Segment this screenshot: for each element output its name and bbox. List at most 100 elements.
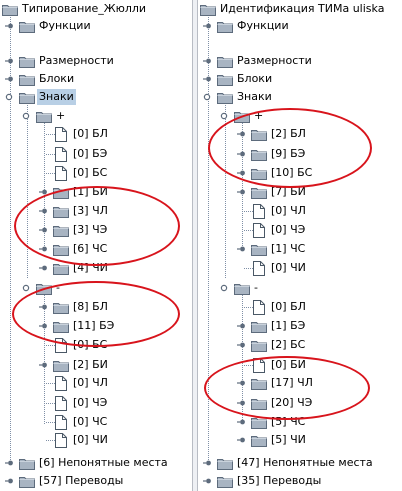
expand-handle-collapsed-icon[interactable] [203, 477, 211, 484]
expand-handle-collapsed-icon[interactable] [203, 22, 211, 29]
right-tree-item[interactable]: Знаки [217, 88, 274, 106]
file-icon [53, 126, 69, 142]
left-tree-item[interactable]: Блоки [19, 70, 76, 88]
expand-handle-collapsed-icon[interactable] [237, 188, 245, 195]
tree-item-label: [35] Переводы [237, 474, 322, 487]
tree-root-label: Идентификация ТИМа uliska [220, 2, 385, 15]
right-tree-item[interactable]: [0] ЧЭ [251, 221, 307, 239]
right-tree-item[interactable]: [0] ЧЛ [251, 202, 308, 220]
tree-root-label: Типирование_Жюлли [22, 2, 147, 15]
folder-icon [53, 358, 69, 372]
tree-item-label: [0] БС [73, 166, 108, 179]
expand-handle-collapsed-icon[interactable] [237, 341, 245, 348]
folder-icon [217, 474, 233, 488]
file-icon [251, 222, 267, 238]
expand-handle-collapsed-icon[interactable] [39, 361, 47, 368]
tree-item-label: [6] Непонятные места [39, 456, 168, 469]
folder-icon [19, 456, 35, 470]
expand-handle-expanded-icon[interactable] [203, 93, 211, 101]
right-tree-item[interactable]: [1] БЭ [251, 317, 307, 335]
folder-icon [251, 242, 267, 256]
annotation-ellipse [14, 186, 180, 266]
left-tree-item[interactable]: [0] БЭ [53, 145, 109, 163]
file-icon [53, 146, 69, 162]
left-tree-item[interactable]: [0] ЧЭ [53, 394, 109, 412]
file-icon [251, 299, 267, 315]
left-tree-item[interactable]: [0] ЧС [53, 413, 109, 431]
tree-connector-line [27, 99, 28, 278]
left-tree-item[interactable]: [2] БИ [53, 356, 110, 374]
folder-icon [19, 72, 35, 86]
right-tree-item[interactable]: Размерности [217, 52, 314, 70]
right-tree-item[interactable]: - [234, 279, 260, 297]
expand-handle-collapsed-icon[interactable] [5, 57, 13, 64]
tree-item-label: [0] БЛ [73, 127, 108, 140]
file-icon [53, 395, 69, 411]
left-tree-item[interactable]: [6] Непонятные места [19, 454, 170, 472]
expand-handle-collapsed-icon[interactable] [39, 264, 47, 271]
tree-item-label: [0] ЧЭ [73, 396, 108, 409]
tree-item-label: Блоки [237, 72, 273, 85]
tree-item-label: [0] ЧИ [73, 433, 108, 446]
left-tree-item[interactable]: [0] ЧЛ [53, 374, 110, 392]
tree-item-label: [2] БИ [73, 358, 108, 371]
expand-handle-collapsed-icon[interactable] [203, 459, 211, 466]
tree-item-label: [1] ЧС [271, 242, 306, 255]
expand-handle-collapsed-icon[interactable] [237, 322, 245, 329]
left-tree-item[interactable]: Знаки [19, 88, 76, 106]
right-tree-item[interactable]: Блоки [217, 70, 274, 88]
left-tree-item[interactable]: [0] БЛ [53, 125, 110, 143]
left-tree-item[interactable]: Функции [19, 17, 93, 35]
left-tree-item[interactable]: + [36, 107, 67, 125]
expand-handle-collapsed-icon[interactable] [5, 459, 13, 466]
file-icon [53, 375, 69, 391]
tree-item-label: Размерности [237, 54, 312, 67]
expand-handle-collapsed-icon[interactable] [237, 418, 245, 425]
right-tree-item[interactable]: [2] БС [251, 336, 307, 354]
file-icon [251, 260, 267, 276]
folder-icon [19, 54, 35, 68]
left-tree-item[interactable]: [0] БС [53, 164, 109, 182]
file-icon [53, 165, 69, 181]
file-icon [251, 203, 267, 219]
expand-handle-collapsed-icon[interactable] [203, 75, 211, 82]
right-tree-panel: Идентификация ТИМа uliska Функции Размерно… [198, 0, 402, 491]
folder-icon [234, 281, 250, 295]
expand-handle-expanded-icon[interactable] [220, 112, 228, 120]
right-tree-item[interactable]: [1] ЧС [251, 240, 307, 258]
right-tree-item[interactable]: [47] Непонятные места [217, 454, 375, 472]
expand-handle-collapsed-icon[interactable] [5, 75, 13, 82]
expand-handle-collapsed-icon[interactable] [237, 436, 245, 443]
annotation-ellipse [208, 108, 372, 188]
expand-handle-expanded-icon[interactable] [5, 93, 13, 101]
left-tree-item[interactable]: Размерности [19, 52, 116, 70]
right-tree-root[interactable]: Идентификация ТИМа uliska [200, 0, 386, 18]
right-tree-item[interactable]: [35] Переводы [217, 472, 323, 490]
expand-handle-expanded-icon[interactable] [220, 284, 228, 292]
right-tree-item[interactable]: Функции [217, 17, 291, 35]
left-tree-root[interactable]: Типирование_Жюлли [2, 0, 148, 18]
folder-icon [251, 433, 267, 447]
right-tree-item[interactable]: [0] ЧИ [251, 259, 308, 277]
tree-item-label: [2] БС [271, 338, 306, 351]
expand-handle-collapsed-icon[interactable] [237, 245, 245, 252]
right-tree-item[interactable]: [0] БЛ [251, 298, 308, 316]
tree-item-label: [47] Непонятные места [237, 456, 373, 469]
tree-item-label: [0] ЧЭ [271, 223, 306, 236]
expand-handle-collapsed-icon[interactable] [5, 22, 13, 29]
folder-icon [19, 90, 35, 104]
expand-handle-collapsed-icon[interactable] [5, 477, 13, 484]
folder-icon [19, 19, 35, 33]
file-icon [53, 432, 69, 448]
right-tree-item[interactable]: [5] ЧИ [251, 431, 308, 449]
left-tree-item[interactable]: [0] ЧИ [53, 431, 110, 449]
tree-item-label: - [254, 281, 258, 294]
expand-handle-collapsed-icon[interactable] [203, 57, 211, 64]
tree-item-label: [5] ЧИ [271, 433, 306, 446]
left-tree-panel: Типирование_Жюлли Функции Размерности Блоки… [0, 0, 192, 491]
expand-handle-expanded-icon[interactable] [22, 284, 30, 292]
expand-handle-expanded-icon[interactable] [22, 112, 30, 120]
tree-item-label: + [56, 109, 66, 122]
tree-item-label: [0] ЧС [73, 415, 108, 428]
left-tree-item[interactable]: [57] Переводы [19, 472, 125, 490]
